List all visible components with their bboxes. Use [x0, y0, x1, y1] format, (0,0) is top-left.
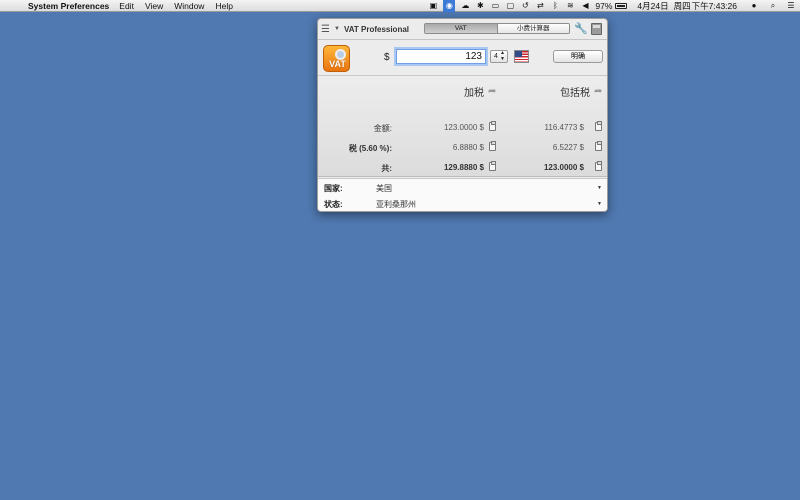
decimals-value: 4 [494, 53, 498, 60]
chevron-down-icon[interactable]: ▼ [334, 26, 340, 32]
status-area: ▣ ◉ ☁ ✱ ▭ ▢ ↺ ⇄ ᛒ ≋ ◀ 97% 4月24日 周四 下午7:4… [423, 0, 800, 12]
tax-incl-value: 6.5227 $ [552, 143, 584, 152]
menu-edit[interactable]: Edit [119, 1, 134, 11]
share-arrow-icon[interactable]: ➦ [488, 86, 496, 97]
include-tax-label: 包括税 [560, 88, 590, 99]
battery-icon[interactable] [615, 2, 628, 9]
stepper-arrows-icon[interactable]: ▲ ▼ [500, 50, 505, 62]
app-title: VAT Professional [343, 24, 410, 34]
cloud-icon[interactable]: ☁ [460, 1, 470, 10]
total-row-label: 共: [381, 164, 392, 173]
spotlight-icon[interactable]: ⌕ [768, 1, 778, 10]
state-label: 状态: [324, 199, 343, 209]
total-incl-value: 123.0000 $ [543, 163, 584, 172]
menu-view[interactable]: View [145, 1, 163, 11]
decimals-stepper[interactable]: 4 ▲ ▼ [490, 50, 508, 63]
state-value[interactable]: 亚利桑那州 [376, 199, 597, 210]
location-footer: 国家: 美国 ▼ 状态: 亚利桑那州 ▼ [318, 178, 607, 211]
calculator-status-icon[interactable]: ▣ [428, 1, 438, 10]
chevron-down-icon[interactable]: ▼ [597, 201, 607, 207]
wifi-icon[interactable]: ≋ [565, 1, 575, 10]
menu-help[interactable]: Help [215, 1, 232, 11]
amount-incl-value: 116.4773 $ [544, 123, 584, 132]
amount-input[interactable] [396, 49, 486, 64]
add-tax-header: 加税 ➦ [464, 84, 496, 99]
country-label: 国家: [324, 183, 343, 193]
menu-app-name[interactable]: System Preferences [28, 1, 109, 11]
menu-window[interactable]: Window [174, 1, 204, 11]
copy-icon[interactable] [595, 121, 602, 131]
copy-icon[interactable] [595, 161, 602, 171]
menu-time[interactable]: 下午7:43:26 [692, 0, 737, 12]
user-icon[interactable]: ● [749, 1, 759, 10]
settings-status-icon[interactable]: ✱ [475, 1, 485, 10]
sync-icon[interactable]: ⇄ [535, 1, 545, 10]
details-button[interactable]: 明确 [553, 50, 603, 63]
time-machine-icon[interactable]: ↺ [520, 1, 530, 10]
total-add-value: 129.8880 $ [443, 163, 484, 172]
calculator-icon[interactable] [591, 23, 602, 35]
currency-symbol: $ [384, 52, 390, 63]
tab-tip-calculator[interactable]: 小费计算器 [497, 24, 569, 33]
menu-bar: System Preferences Edit View Window Help… [0, 0, 800, 12]
wrench-icon[interactable]: 🔧 [574, 22, 588, 35]
include-tax-header: 包括税 ➦ [560, 84, 602, 99]
vat-status-icon[interactable]: ◉ [443, 0, 456, 12]
state-select[interactable]: 状态: 亚利桑那州 ▼ [318, 196, 607, 211]
country-value[interactable]: 美国 [376, 183, 597, 194]
display-icon[interactable]: ▭ [490, 1, 500, 10]
chevron-down-icon[interactable]: ▼ [597, 185, 607, 191]
copy-icon[interactable] [595, 141, 602, 151]
results-area: 加税 ➦ 包括税 ➦ 金额: 123.0000 $ 116.4773 $ 税 (… [318, 75, 607, 177]
list-icon[interactable]: ☰ [321, 24, 333, 35]
add-tax-label: 加税 [464, 88, 484, 99]
mode-segmented-control: VAT 小费计算器 [424, 23, 570, 34]
popover-toolbar: ☰ ▼ VAT Professional VAT 小费计算器 🔧 [318, 19, 607, 40]
share-arrow-icon[interactable]: ➦ [594, 86, 602, 97]
amount-row-label: 金额: [373, 124, 392, 133]
menu-date[interactable]: 4月24日 [637, 0, 668, 12]
airplay-icon[interactable]: ▢ [505, 1, 515, 10]
tax-add-value: 6.8880 $ [452, 143, 484, 152]
tab-vat[interactable]: VAT [425, 24, 498, 33]
battery-percent: 97% [595, 0, 613, 11]
vat-popover: ☰ ▼ VAT Professional VAT 小费计算器 🔧 VAT $ 4… [317, 18, 608, 212]
volume-icon[interactable]: ◀ [580, 1, 590, 10]
bluetooth-icon[interactable]: ᛒ [550, 1, 560, 10]
tax-row-label: 税 (5.60 %): [348, 144, 392, 153]
notification-center-icon[interactable]: ☰ [786, 1, 796, 10]
vat-logo: VAT [323, 45, 350, 72]
amount-add-value: 123.0000 $ [443, 123, 484, 132]
us-flag-icon[interactable] [514, 50, 529, 63]
country-select[interactable]: 国家: 美国 ▼ [318, 180, 607, 196]
menu-weekday[interactable]: 周四 [674, 0, 691, 12]
vat-logo-text: VAT [329, 59, 346, 69]
